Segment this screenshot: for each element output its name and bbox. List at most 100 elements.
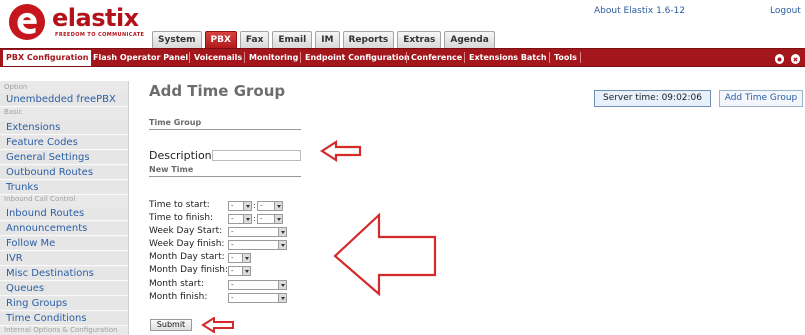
chevron-down-icon	[278, 281, 286, 289]
sidebar-item-feature-codes[interactable]: Feature Codes	[0, 136, 128, 150]
time-to-start-label: Time to start:	[149, 200, 210, 210]
menu-separator	[580, 52, 581, 63]
month-day-finish-label: Month Day finish:	[149, 265, 229, 275]
menu-item-conference[interactable]: Conference	[411, 49, 462, 66]
menu-separator	[549, 52, 550, 63]
sidebar-item-follow-me[interactable]: Follow Me	[0, 237, 128, 251]
chevron-down-icon	[278, 294, 286, 302]
start-hour-select[interactable]: -	[228, 201, 252, 211]
select-value: -	[231, 281, 234, 289]
sidebar-item-inbound-routes[interactable]: Inbound Routes	[0, 207, 128, 221]
sidebar-item-announcements[interactable]: Announcements	[0, 222, 128, 236]
arrow-left-icon	[320, 140, 362, 162]
help-icon[interactable]	[775, 54, 784, 64]
description-label: Description	[149, 149, 212, 162]
menu-separator	[464, 52, 465, 63]
sidebar-category-option: Option	[4, 83, 28, 91]
week-day-start-select[interactable]: -	[228, 227, 287, 237]
chevron-down-icon	[278, 241, 286, 249]
tab-agenda[interactable]: Agenda	[444, 31, 495, 48]
time-to-finish-label: Time to finish:	[149, 213, 214, 223]
sidebar-category-basic: Basic	[4, 108, 23, 116]
submit-button[interactable]: Submit	[150, 319, 192, 331]
tab-im[interactable]: IM	[315, 31, 340, 48]
tab-email[interactable]: Email	[272, 31, 313, 48]
select-value: -	[231, 254, 234, 262]
sidebar-item-misc-destinations[interactable]: Misc Destinations	[0, 267, 128, 281]
sidebar-item-ring-groups[interactable]: Ring Groups	[0, 297, 128, 311]
finish-hour-select[interactable]: -	[228, 214, 252, 224]
time-separator: :	[253, 201, 256, 210]
select-value: -	[231, 294, 234, 302]
start-minute-select[interactable]: -	[257, 201, 283, 211]
section-heading-time-group: Time Group	[149, 118, 301, 130]
menu-item-monitoring[interactable]: Monitoring	[249, 49, 298, 66]
logout-link[interactable]: Logout	[770, 6, 801, 16]
description-input[interactable]	[212, 150, 301, 161]
tab-fax[interactable]: Fax	[239, 31, 270, 48]
menu-separator	[300, 52, 301, 63]
module-menu-bar: PBX Configuration Flash Operator Panel V…	[0, 48, 805, 67]
chevron-down-icon	[274, 202, 282, 210]
sidebar-item-unembedded-freepbx[interactable]: Unembedded freePBX	[0, 93, 128, 107]
add-time-group-button[interactable]: Add Time Group	[719, 90, 803, 107]
select-value: -	[260, 202, 263, 210]
menu-separator	[189, 52, 190, 63]
month-finish-select[interactable]: -	[228, 293, 287, 303]
sidebar-item-trunks[interactable]: Trunks	[0, 181, 128, 195]
tab-reports[interactable]: Reports	[342, 31, 395, 48]
logo-wordmark: elastix	[52, 4, 139, 32]
arrow-left-icon	[333, 212, 437, 296]
elastix-logo-icon	[8, 3, 46, 41]
elastix-logo[interactable]: elastix FREEDOM TO COMMUNICATE	[8, 3, 168, 43]
select-value: -	[231, 241, 234, 249]
sidebar-item-time-conditions[interactable]: Time Conditions	[0, 312, 128, 326]
section-heading-new-time: New Time	[149, 165, 301, 177]
month-start-select[interactable]: -	[228, 280, 287, 290]
page-title: Add Time Group	[149, 82, 286, 100]
sidebar-item-outbound-routes[interactable]: Outbound Routes	[0, 166, 128, 180]
tab-pbx[interactable]: PBX	[204, 31, 237, 48]
month-day-finish-select[interactable]: -	[228, 266, 251, 276]
menu-item-voicemails[interactable]: Voicemails	[194, 49, 242, 66]
server-time-display: Server time: 09:02:06	[594, 90, 711, 107]
logo-tagline: FREEDOM TO COMMUNICATE	[55, 32, 145, 38]
tab-system[interactable]: System	[152, 31, 202, 48]
month-day-start-select[interactable]: -	[228, 253, 251, 263]
chevron-down-icon	[243, 202, 251, 210]
top-tab-bar: System PBX Fax Email IM Reports Extras A…	[152, 31, 495, 48]
about-link[interactable]: About Elastix 1.6-12	[594, 6, 685, 16]
app-header: elastix FREEDOM TO COMMUNICATE System PB…	[0, 0, 805, 48]
month-finish-label: Month finish:	[149, 292, 208, 302]
tab-extras[interactable]: Extras	[397, 31, 442, 48]
week-day-finish-label: Week Day finish:	[149, 239, 225, 249]
sidebar-item-queues[interactable]: Queues	[0, 282, 128, 296]
help-icon-glyph	[775, 55, 784, 64]
chevron-down-icon	[242, 267, 250, 275]
week-day-finish-select[interactable]: -	[228, 240, 287, 250]
sidebar-category-internal-options: Internal Options & Configuration	[4, 326, 118, 334]
select-value: -	[231, 202, 234, 210]
sidebar-category-inbound-call-control: Inbound Call Control	[4, 195, 76, 203]
sidebar-item-general-settings[interactable]: General Settings	[0, 151, 128, 165]
select-value: -	[260, 215, 263, 223]
chevron-down-icon	[243, 215, 251, 223]
select-value: -	[231, 215, 234, 223]
menu-item-flash-operator-panel[interactable]: Flash Operator Panel	[93, 49, 188, 66]
chevron-down-icon	[278, 228, 286, 236]
close-icon[interactable]	[791, 54, 800, 64]
menu-item-extensions-batch[interactable]: Extensions Batch	[469, 49, 547, 66]
sidebar-item-ivr[interactable]: IVR	[0, 252, 128, 266]
sidebar-item-extensions[interactable]: Extensions	[0, 121, 128, 135]
menu-item-endpoint-configuration[interactable]: Endpoint Configuration	[305, 49, 410, 66]
close-icon-glyph	[791, 55, 800, 64]
menu-item-tools[interactable]: Tools	[554, 49, 577, 66]
finish-minute-select[interactable]: -	[257, 214, 283, 224]
chevron-down-icon	[242, 254, 250, 262]
select-value: -	[231, 228, 234, 236]
chevron-down-icon	[274, 215, 282, 223]
arrow-left-icon	[201, 317, 234, 333]
menu-separator	[406, 52, 407, 63]
menu-item-pbx-configuration[interactable]: PBX Configuration	[3, 50, 92, 66]
month-start-label: Month start:	[149, 279, 205, 289]
